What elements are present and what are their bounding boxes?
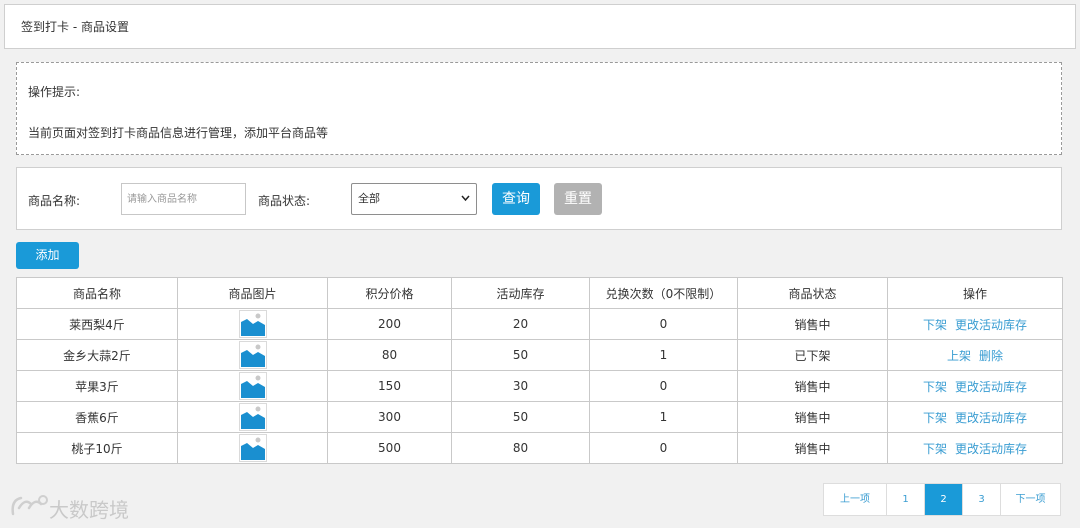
- price-cell: 300: [327, 401, 452, 433]
- table-row: 金乡大蒜2斤 80 50 1 已下架 上架 删除: [16, 339, 1063, 371]
- page-2-button[interactable]: 2: [924, 484, 962, 515]
- watermark: 大数跨境: [9, 494, 129, 523]
- status-cell: 销售中: [737, 370, 888, 402]
- unlist-link[interactable]: 下架: [923, 442, 947, 456]
- image-placeholder-icon[interactable]: [238, 310, 267, 338]
- change-stock-link[interactable]: 更改活动库存: [955, 442, 1027, 456]
- column-header: 商品状态: [737, 277, 888, 309]
- query-button[interactable]: 查询: [492, 183, 540, 215]
- product-image-cell: [177, 370, 328, 402]
- stock-cell: 30: [451, 370, 590, 402]
- table-row: 香蕉6斤 300 50 1 销售中 下架 更改活动库存: [16, 401, 1063, 433]
- product-name-cell: 桃子10斤: [16, 432, 178, 464]
- status-cell: 销售中: [737, 401, 888, 433]
- actions-cell: 下架 更改活动库存: [887, 370, 1063, 402]
- column-header: 商品名称: [16, 277, 178, 309]
- stock-cell: 50: [451, 401, 590, 433]
- stock-cell: 80: [451, 432, 590, 464]
- redeem-times-cell: 0: [589, 308, 738, 340]
- price-cell: 200: [327, 308, 452, 340]
- column-header: 操作: [887, 277, 1063, 309]
- tips-text: 当前页面对签到打卡商品信息进行管理，添加平台商品等: [28, 126, 329, 140]
- next-page-button[interactable]: 下一项: [1000, 484, 1060, 515]
- reset-button[interactable]: 重置: [554, 183, 602, 215]
- actions-cell: 下架 更改活动库存: [887, 401, 1063, 433]
- redeem-times-cell: 1: [589, 339, 738, 371]
- stock-cell: 20: [451, 308, 590, 340]
- actions-cell: 上架 删除: [887, 339, 1063, 371]
- column-header: 活动库存: [451, 277, 590, 309]
- table-row: 莱西梨4斤 200 20 0 销售中 下架 更改活动库存: [16, 308, 1063, 340]
- product-name-label: 商品名称:: [28, 194, 81, 208]
- watermark-text: 大数跨境: [49, 498, 129, 522]
- product-name-cell: 苹果3斤: [16, 370, 178, 402]
- page-title: 签到打卡 - 商品设置: [21, 20, 129, 34]
- product-name-input[interactable]: [121, 183, 246, 215]
- pagination: 上一项 1 2 3 下一项: [823, 483, 1061, 516]
- product-image-cell: [177, 432, 328, 464]
- list-link[interactable]: 上架: [947, 349, 971, 363]
- product-name-cell: 金乡大蒜2斤: [16, 339, 178, 371]
- product-name-cell: 莱西梨4斤: [16, 308, 178, 340]
- prev-page-button[interactable]: 上一项: [824, 484, 886, 515]
- column-header: 积分价格: [327, 277, 452, 309]
- table-header-row: 商品名称 商品图片 积分价格 活动库存 兑换次数（0不限制） 商品状态 操作: [16, 277, 1063, 309]
- price-cell: 500: [327, 432, 452, 464]
- image-placeholder-icon[interactable]: [238, 372, 267, 400]
- products-table: 商品名称 商品图片 积分价格 活动库存 兑换次数（0不限制） 商品状态 操作 莱…: [16, 277, 1063, 464]
- redeem-times-cell: 1: [589, 401, 738, 433]
- delete-link[interactable]: 删除: [979, 349, 1003, 363]
- watermark-logo-icon: [9, 494, 49, 523]
- add-product-button[interactable]: 添加: [16, 242, 79, 269]
- chevron-down-icon: [461, 184, 470, 227]
- tips-title: 操作提示:: [28, 85, 81, 99]
- image-placeholder-icon[interactable]: [238, 403, 267, 431]
- actions-cell: 下架 更改活动库存: [887, 308, 1063, 340]
- product-status-label: 商品状态:: [258, 194, 311, 208]
- stock-cell: 50: [451, 339, 590, 371]
- status-cell: 销售中: [737, 308, 888, 340]
- image-placeholder-icon[interactable]: [238, 434, 267, 462]
- page-3-button[interactable]: 3: [962, 484, 1000, 515]
- change-stock-link[interactable]: 更改活动库存: [955, 318, 1027, 332]
- change-stock-link[interactable]: 更改活动库存: [955, 380, 1027, 394]
- price-cell: 80: [327, 339, 452, 371]
- unlist-link[interactable]: 下架: [923, 380, 947, 394]
- product-status-select[interactable]: 全部: [351, 183, 477, 215]
- column-header: 商品图片: [177, 277, 328, 309]
- product-image-cell: [177, 339, 328, 371]
- redeem-times-cell: 0: [589, 432, 738, 464]
- status-cell: 销售中: [737, 432, 888, 464]
- status-cell: 已下架: [737, 339, 888, 371]
- table-row: 苹果3斤 150 30 0 销售中 下架 更改活动库存: [16, 370, 1063, 402]
- table-row: 桃子10斤 500 80 0 销售中 下架 更改活动库存: [16, 432, 1063, 464]
- page-1-button[interactable]: 1: [886, 484, 924, 515]
- actions-cell: 下架 更改活动库存: [887, 432, 1063, 464]
- image-placeholder-icon[interactable]: [238, 341, 267, 369]
- price-cell: 150: [327, 370, 452, 402]
- redeem-times-cell: 0: [589, 370, 738, 402]
- search-panel: 商品名称: 商品状态: 全部 查询 重置: [16, 167, 1062, 230]
- column-header: 兑换次数（0不限制）: [589, 277, 738, 309]
- unlist-link[interactable]: 下架: [923, 411, 947, 425]
- product-image-cell: [177, 401, 328, 433]
- operation-tips-panel: 操作提示: 当前页面对签到打卡商品信息进行管理，添加平台商品等: [16, 62, 1062, 155]
- unlist-link[interactable]: 下架: [923, 318, 947, 332]
- breadcrumb: 签到打卡 - 商品设置: [4, 4, 1076, 49]
- product-image-cell: [177, 308, 328, 340]
- product-status-value: 全部: [358, 192, 380, 205]
- product-name-cell: 香蕉6斤: [16, 401, 178, 433]
- change-stock-link[interactable]: 更改活动库存: [955, 411, 1027, 425]
